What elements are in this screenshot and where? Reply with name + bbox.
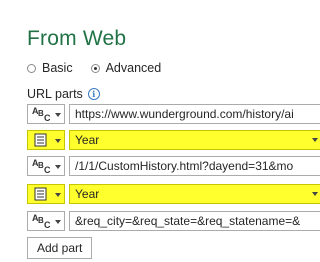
url-part-row-3: ABC /1/1/CustomHistory.html?dayend=31&mo	[27, 156, 320, 176]
chevron-down-icon	[55, 113, 61, 117]
parameter-select-2-value: Year	[75, 187, 100, 201]
part-type-dropdown-4[interactable]	[27, 184, 65, 204]
part-type-dropdown-2[interactable]	[27, 130, 65, 150]
chevron-down-icon	[312, 138, 318, 142]
radio-basic[interactable]: Basic	[27, 61, 73, 75]
dialog-title: From Web	[27, 27, 127, 50]
chevron-down-icon	[55, 220, 61, 224]
radio-advanced-circle[interactable]	[90, 63, 100, 73]
radio-basic-label: Basic	[42, 61, 73, 75]
parameter-select-1-value: Year	[75, 133, 100, 147]
url-parts-label: URL parts	[27, 87, 83, 101]
chevron-down-icon	[55, 193, 61, 197]
radio-advanced-label: Advanced	[105, 61, 162, 75]
url-part-row-4: Year	[27, 184, 320, 204]
url-part-row-2: Year	[27, 130, 320, 150]
chevron-down-icon	[55, 139, 61, 143]
parameter-icon	[34, 187, 47, 201]
parameter-select-2[interactable]: Year	[69, 184, 320, 204]
add-part-button[interactable]: Add part	[27, 237, 93, 259]
from-web-dialog: From Web Basic Advanced URL parts i ABC …	[0, 0, 320, 262]
url-part-text-1[interactable]: https://www.wunderground.com/history/ai	[69, 104, 320, 124]
radio-basic-circle[interactable]	[27, 63, 36, 73]
part-type-dropdown-3[interactable]: ABC	[27, 156, 65, 176]
url-parts-heading: URL parts i	[27, 87, 100, 101]
parameter-select-1[interactable]: Year	[69, 130, 320, 150]
part-type-dropdown-5[interactable]: ABC	[27, 211, 65, 231]
part-type-dropdown-1[interactable]: ABC	[27, 104, 65, 124]
mode-radio-group: Basic Advanced	[27, 61, 179, 75]
parameter-icon	[34, 133, 47, 147]
info-icon[interactable]: i	[87, 88, 100, 100]
url-part-row-5: ABC &req_city=&req_state=&req_statename=…	[27, 211, 320, 231]
chevron-down-icon	[55, 165, 61, 169]
url-part-text-3[interactable]: /1/1/CustomHistory.html?dayend=31&mo	[69, 156, 320, 176]
url-part-row-1: ABC https://www.wunderground.com/history…	[27, 104, 320, 124]
url-part-text-5[interactable]: &req_city=&req_state=&req_statename=&	[69, 211, 320, 231]
radio-advanced[interactable]: Advanced	[90, 61, 162, 75]
chevron-down-icon	[312, 192, 318, 196]
